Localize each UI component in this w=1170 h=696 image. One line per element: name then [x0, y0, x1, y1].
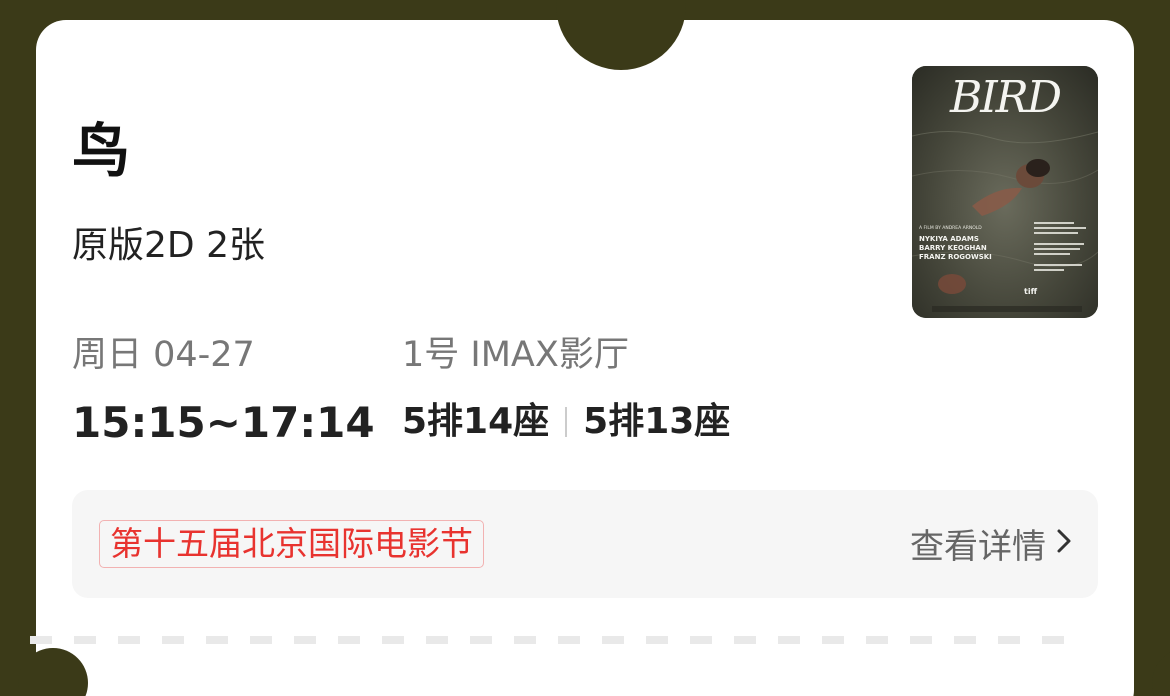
ticket-format: 原版2D 2张	[72, 225, 265, 266]
ticket-notch-left	[18, 648, 88, 696]
cinema-hall: 1号 IMAX影厅	[402, 335, 629, 375]
festival-tag: 第十五届北京国际电影节	[99, 520, 484, 568]
festival-panel[interactable]: 第十五届北京国际电影节 查看详情	[72, 490, 1098, 598]
screen: 鸟 原版2D 2张 周日 04-27 1号 IMAX影厅 15:15~17:14…	[0, 0, 1170, 696]
view-details-link[interactable]: 查看详情	[910, 520, 1072, 567]
movie-title: 鸟	[72, 117, 131, 185]
poster-director-line: A FILM BY ANDREA ARNOLD	[919, 225, 982, 231]
ticket-notch-right	[1152, 648, 1170, 696]
poster-logo: tiff	[1024, 287, 1038, 296]
poster-cast-2: BARRY KEOGHAN	[919, 244, 987, 252]
ticket-perforation	[30, 636, 1070, 644]
seat-1: 5排14座	[402, 401, 550, 442]
poster-cast-1: NYKIYA ADAMS	[919, 235, 979, 243]
chevron-right-icon	[1056, 523, 1072, 563]
seat-divider	[565, 406, 568, 437]
movie-poster[interactable]: BIRD A FILM BY ANDREA ARNOLD NYKIYA ADAM…	[912, 66, 1098, 318]
show-date: 周日 04-27	[72, 335, 255, 375]
poster-title-art: BIRD	[949, 72, 1062, 123]
show-time: 15:15~17:14	[72, 398, 375, 447]
view-details-label: 查看详情	[910, 526, 1046, 567]
poster-cast-3: FRANZ ROGOWSKI	[919, 253, 992, 261]
ticket-notch-top	[556, 0, 686, 70]
poster-art: BIRD A FILM BY ANDREA ARNOLD NYKIYA ADAM…	[912, 66, 1098, 318]
seat-list: 5排14座 5排13座	[402, 400, 730, 443]
seat-2: 5排13座	[583, 401, 731, 442]
